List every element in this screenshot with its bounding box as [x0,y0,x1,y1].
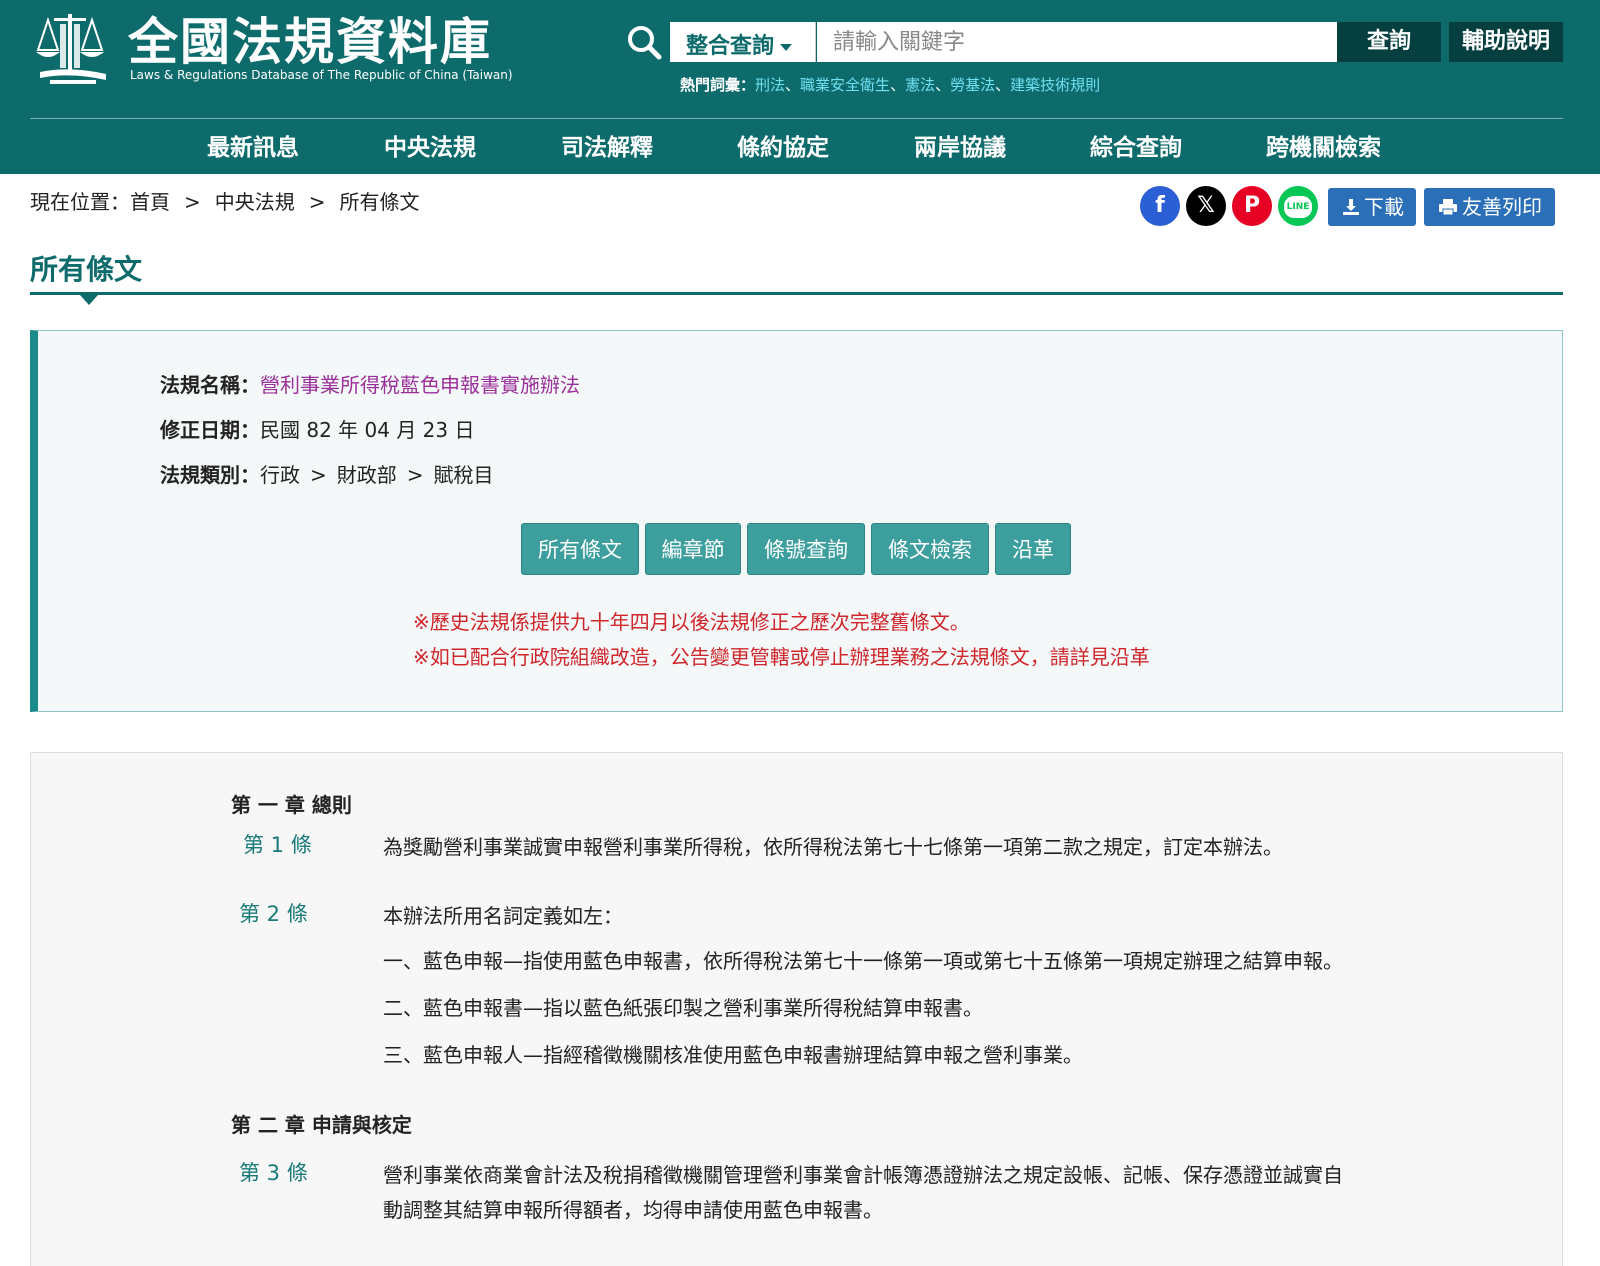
search-scope-select[interactable]: 整合查詢 [670,22,816,62]
search-icon [628,26,662,60]
article-text: 為獎勵營利事業誠實申報營利事業所得稅，依所得稅法第七十七條第一項第二款之規定，訂… [383,835,1283,859]
download-button[interactable]: 下載 [1328,188,1416,226]
hot-term-link[interactable]: 憲法 [905,76,935,94]
print-label: 友善列印 [1462,195,1542,219]
search-button[interactable]: 查詢 [1337,22,1441,62]
nav-item-cross-strait[interactable]: 兩岸協議 [914,128,1006,162]
breadcrumb-separator: > [184,190,201,214]
tab-article-search[interactable]: 條文檢索 [871,523,989,575]
law-articles-panel: 第 一 章 總則 第 1 條 為獎勵營利事業誠實申報營利事業所得稅，依所得稅法第… [30,752,1563,1266]
chapter-heading: 第 一 章 總則 [231,793,352,817]
pinterest-share-icon[interactable]: P [1232,186,1272,226]
breadcrumb-home[interactable]: 首頁 [130,190,170,214]
download-icon [1343,199,1359,215]
notice-text: ※歷史法規係提供九十年四月以後法規修正之歷次完整舊條文。 [413,610,970,634]
law-name-label: 法規名稱： [160,373,260,397]
nav-item-treaties[interactable]: 條約協定 [737,128,829,162]
nav-item-cross-agency[interactable]: 跨機關檢索 [1266,128,1381,162]
law-info-panel: 法規名稱：營利事業所得稅藍色申報書實施辦法 修正日期：民國 82 年 04 月 … [30,330,1563,712]
hot-term-separator: 、 [785,76,801,94]
amend-date-row: 修正日期：民國 82 年 04 月 23 日 [160,414,475,443]
article-text: 營利事業依商業會計法及稅捐稽徵機關管理營利事業會計帳簿憑證辦法之規定設帳、記帳、… [383,1163,1343,1187]
search-scope-label: 整合查詢 [686,34,775,59]
site-header: 全國法規資料庫 Laws & Regulations Database of T… [0,0,1600,174]
hot-term-separator: 、 [995,76,1011,94]
amend-date-label: 修正日期： [160,418,260,442]
tab-history[interactable]: 沿革 [995,523,1071,575]
help-button[interactable]: 輔助說明 [1449,22,1563,62]
hot-term-link[interactable]: 建築技術規則 [1010,76,1100,94]
category-level-3: 賦稅目 [433,463,494,487]
hot-terms-label: 熱門詞彙： [680,76,756,94]
article-text: 動調整其結算申報所得額者，均得申請使用藍色申報書。 [383,1198,883,1222]
nav-item-integrated-search[interactable]: 綜合查詢 [1090,128,1182,162]
title-pointer [80,295,98,305]
hot-terms: 熱門詞彙：刑法、職業安全衛生、憲法、勞基法、建築技術規則 [680,74,1100,95]
printer-icon [1439,199,1457,216]
amend-date-value: 民國 82 年 04 月 23 日 [260,418,475,442]
hot-term-link[interactable]: 職業安全衛生 [800,76,890,94]
tab-article-number[interactable]: 條號查詢 [747,523,865,575]
print-button[interactable]: 友善列印 [1424,188,1555,226]
hot-term-link[interactable]: 勞基法 [950,76,995,94]
site-title: 全國法規資料庫 [128,13,492,71]
title-underline [30,292,1563,295]
article-text: 一、藍色申報—指使用藍色申報書，依所得稅法第七十一條第一項或第七十五條第一項規定… [383,949,1343,973]
scales-book-icon [36,14,106,84]
x-share-icon[interactable]: 𝕏 [1186,186,1226,226]
main-nav: 最新訊息 中央法規 司法解釋 條約協定 兩岸協議 綜合查詢 跨機關檢索 [0,128,1600,168]
breadcrumb-label: 現在位置： [30,190,130,214]
tab-all-articles[interactable]: 所有條文 [521,523,639,575]
article-number-link[interactable]: 第 3 條 [239,1157,308,1187]
article-number-link[interactable]: 第 1 條 [243,829,312,859]
header-divider [30,118,1563,119]
site-logo[interactable]: 全國法規資料庫 Laws & Regulations Database of T… [30,8,513,88]
hot-term-separator: 、 [890,76,906,94]
chevron-down-icon [780,43,793,51]
article-text: 三、藍色申報人—指經稽徵機關核准使用藍色申報書辦理結算申報之營利事業。 [383,1043,1083,1067]
breadcrumb-separator: > [308,190,326,214]
category-level-1: 行政 [260,463,300,487]
article-text: 本辦法所用名詞定義如左： [383,904,623,928]
article-number-link[interactable]: 第 2 條 [239,898,308,928]
law-name-row: 法規名稱：營利事業所得稅藍色申報書實施辦法 [160,369,580,398]
chapter-heading: 第 二 章 申請與核定 [231,1113,412,1137]
category-separator: > [406,463,424,487]
nav-item-judicial[interactable]: 司法解釋 [561,128,653,162]
law-name-link[interactable]: 營利事業所得稅藍色申報書實施辦法 [260,373,580,397]
site-subtitle: Laws & Regulations Database of The Repub… [130,68,513,82]
hot-term-separator: 、 [935,76,951,94]
page-title: 所有條文 [30,253,143,286]
breadcrumb-current: 所有條文 [339,190,420,214]
nav-item-news[interactable]: 最新訊息 [207,128,299,162]
breadcrumb-central[interactable]: 中央法規 [215,190,295,214]
law-category-row: 法規類別：行政 > 財政部 > 賦稅目 [160,459,494,488]
category-separator: > [310,463,327,487]
search-input[interactable] [817,22,1337,62]
category-level-2: 財政部 [336,463,397,487]
download-label: 下載 [1364,195,1404,219]
breadcrumb: 現在位置：首頁 > 中央法規 > 所有條文 [30,186,426,215]
article-text: 二、藍色申報書—指以藍色紙張印製之營利事業所得稅結算申報書。 [383,996,983,1020]
notice-text: ※如已配合行政院組織改造，公告變更管轄或停止辦理業務之法規條文，請詳見沿革 [413,645,1150,669]
facebook-share-icon[interactable]: f [1140,186,1180,226]
nav-item-central-laws[interactable]: 中央法規 [384,128,476,162]
hot-term-link[interactable]: 刑法 [755,76,785,94]
law-category-label: 法規類別： [160,463,260,487]
notice-list: ※歷史法規係提供九十年四月以後法規修正之歷次完整舊條文。 ※如已配合行政院組織改… [413,605,1150,675]
line-share-icon[interactable]: LINE [1278,186,1318,226]
tab-chapters[interactable]: 編章節 [645,523,741,575]
line-logo: LINE [1284,196,1312,218]
